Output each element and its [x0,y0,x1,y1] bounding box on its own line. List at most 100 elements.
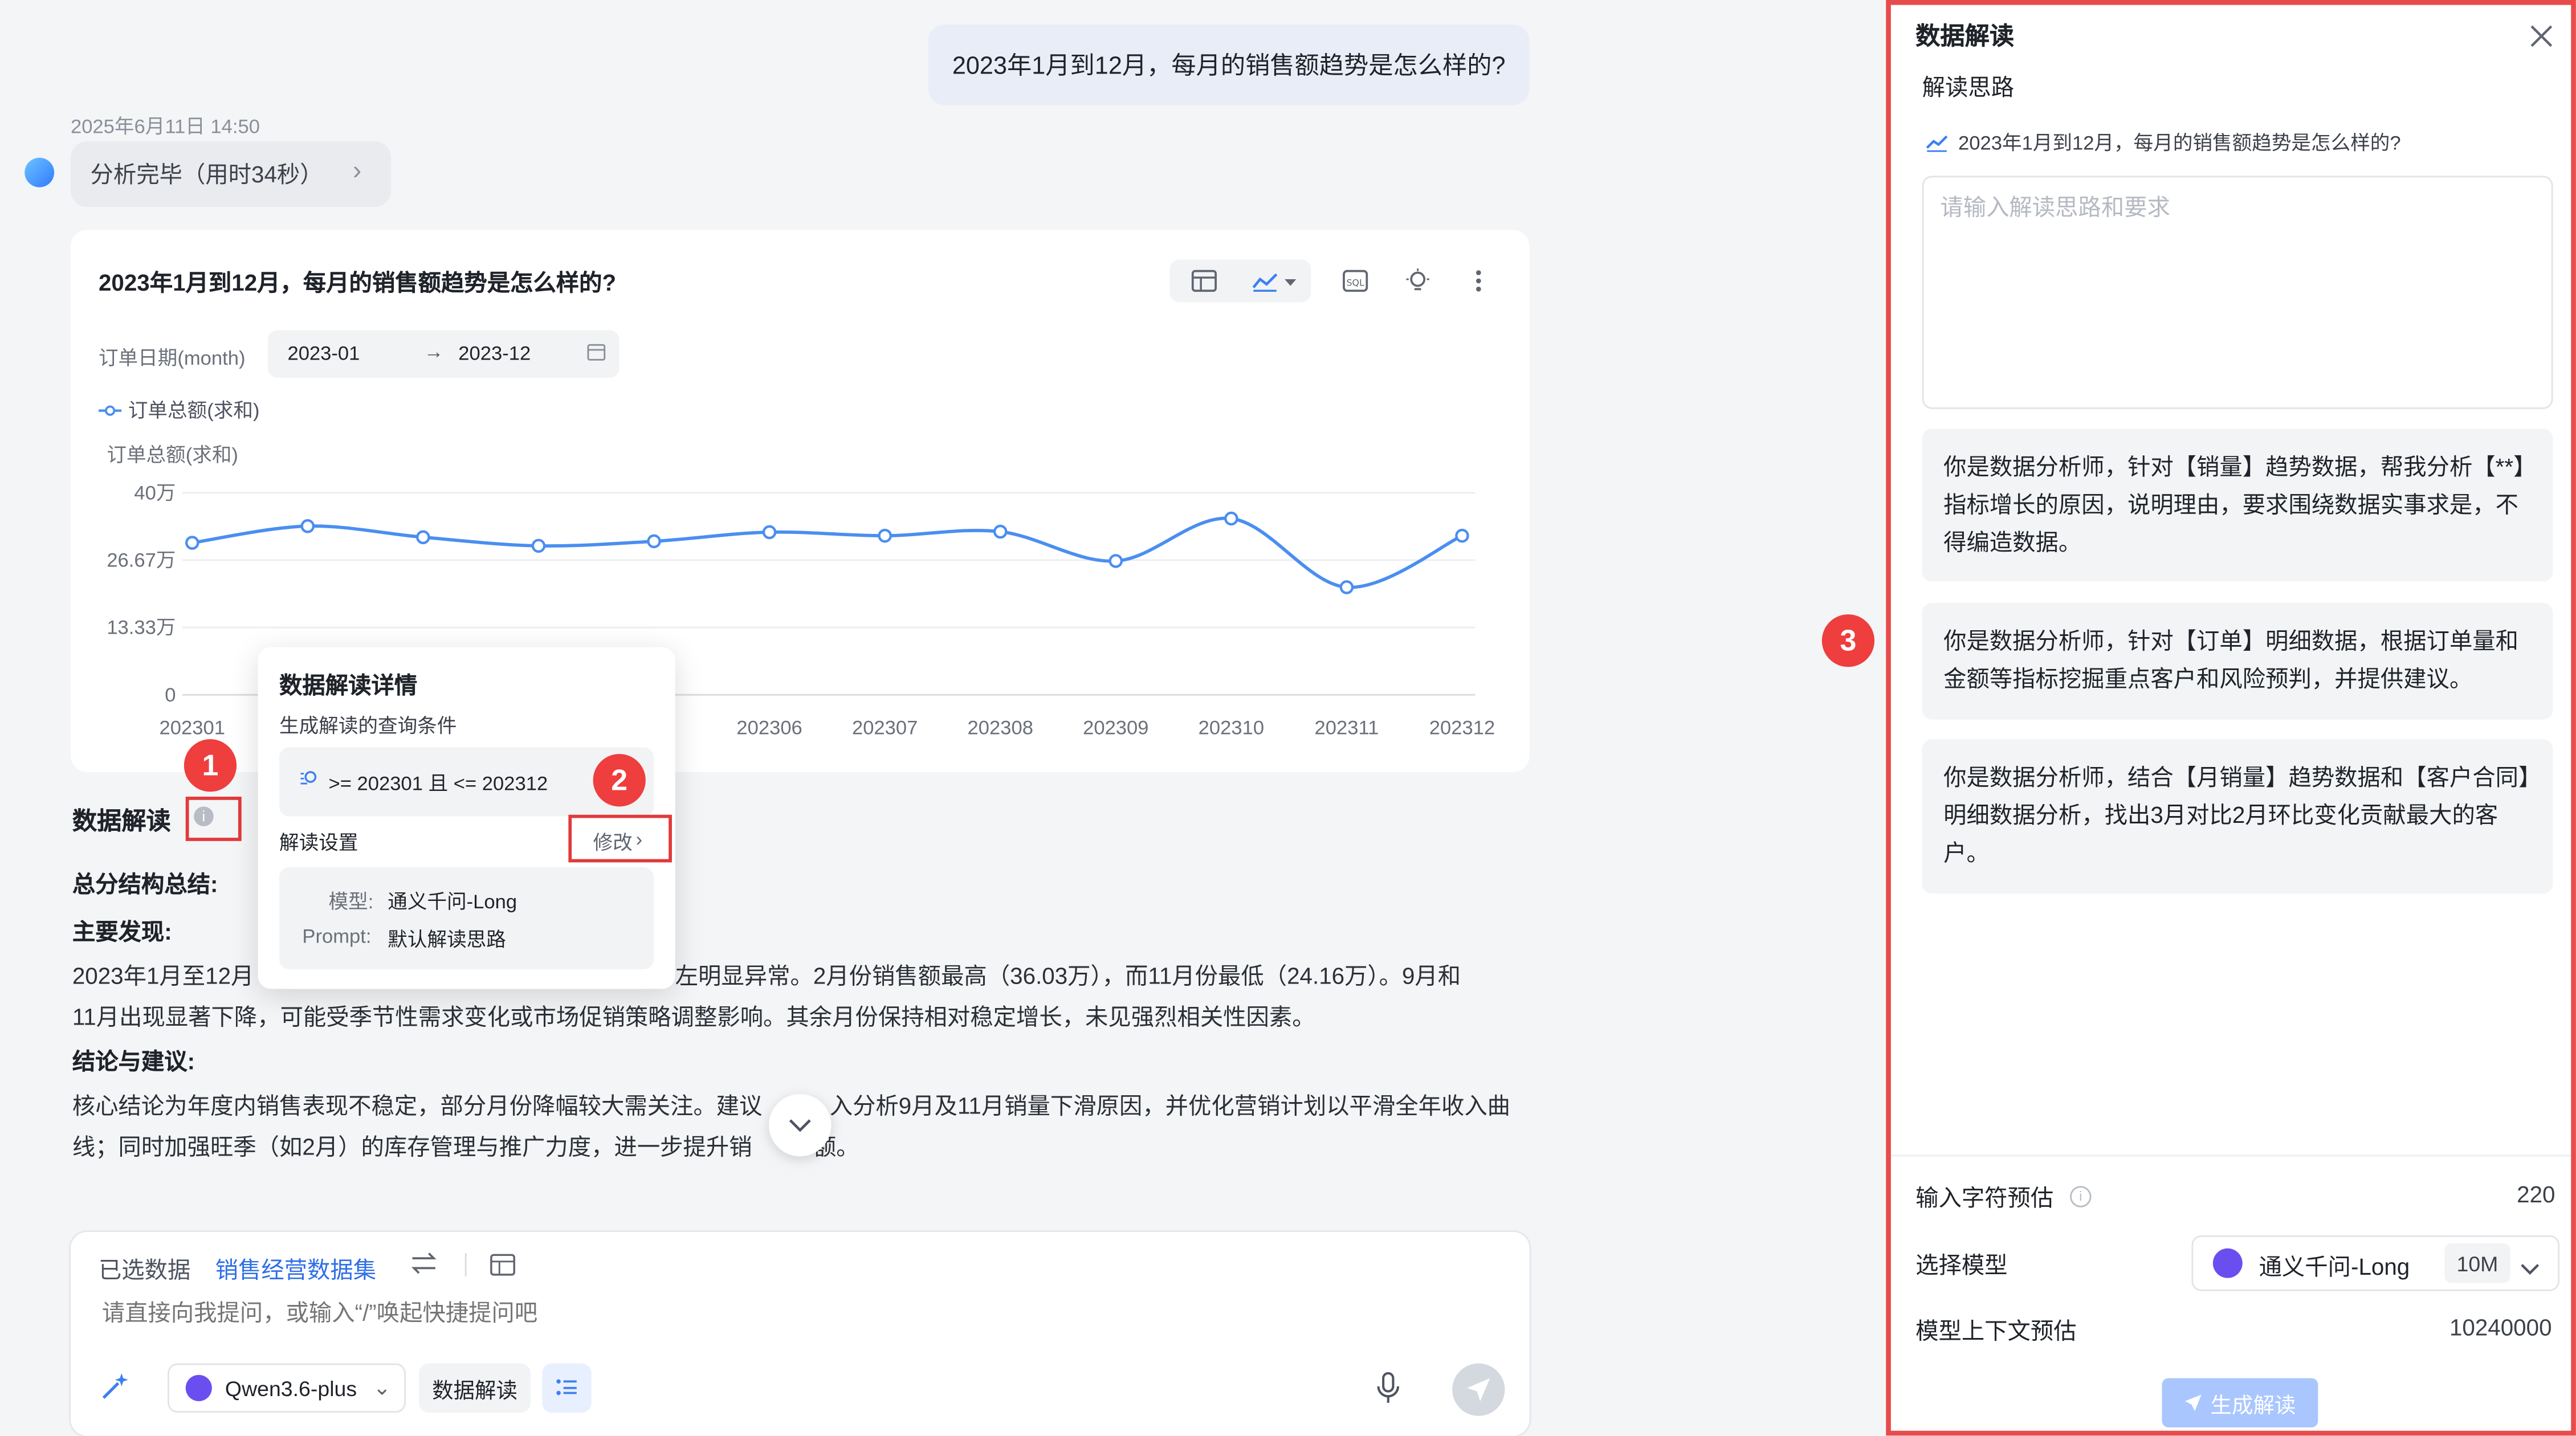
model-label: 选择模型 [1915,1251,2008,1278]
panel-question-text: 2023年1月到12月，每月的销售额趋势是怎么样的? [1958,131,2401,154]
divider [1890,1154,2571,1157]
prompt-template-3[interactable]: 你是数据分析师，结合【月销量】趋势数据和【客户合同】明细数据分析，找出3月对比2… [1922,739,2553,894]
interpret-chip[interactable]: 数据解读 [419,1363,531,1413]
highlight-box-info [185,797,242,841]
qwen-logo-icon [185,1374,212,1401]
data-point [300,519,315,533]
chat-area: 2023年1月到12月，每月的销售额趋势是怎么样的? 2025年6月11日 14… [0,0,1886,1436]
conclusion-heading: 结论与建议: [72,1048,195,1075]
x-tick-label: 202311 [1315,717,1379,739]
x-tick-label: 202309 [1083,717,1148,739]
analysis-status-pill[interactable]: 分析完毕（用时34秒） › [70,141,392,207]
date-filter-label: 订单日期(month) [98,346,246,370]
microphone-icon[interactable] [1377,1372,1400,1413]
textarea-placeholder: 请输入解读思路和要求 [1940,194,2170,221]
filter-icon [299,769,319,793]
date-end: 2023-12 [458,341,531,365]
data-point [647,534,661,549]
model-chip-label: Qwen3.6-plus [225,1376,357,1401]
line-chart-view-icon[interactable] [1242,261,1307,300]
approach-textarea[interactable]: 请输入解读思路和要求 [1922,176,2553,409]
more-options-icon[interactable] [1459,261,1498,300]
dataset-table-icon[interactable] [490,1252,516,1287]
close-icon[interactable] [2524,18,2559,54]
prompt-value: 默认解读思路 [388,928,506,952]
line-chart-icon [1926,134,1948,152]
series-line [191,516,1463,589]
switch-dataset-icon[interactable] [409,1250,439,1285]
x-tick-label: 202306 [736,717,802,739]
conclusion-line-1b: 入分析9月及11月销量下滑原因，并优化营销计划以平滑全年收入曲 [829,1092,1511,1119]
x-tick-label: 202310 [1199,717,1264,739]
chart-legend[interactable]: 订单总额(求和) [98,396,259,424]
annotation-badge-3: 3 [1821,614,1875,667]
data-point [1339,580,1354,594]
qwen-logo-icon [2212,1248,2243,1278]
summary-heading: 总分结构总结: [72,870,218,897]
x-tick-label: 202301 [160,717,225,739]
prompt-key: Prompt: [302,924,372,948]
x-tick-label: 202307 [852,717,918,739]
data-point [531,538,546,553]
app-stage: 2023年1月到12月，每月的销售额趋势是怎么样的? 2025年6月11日 14… [0,0,2576,1436]
x-tick-label: 202312 [1429,717,1495,739]
data-point [878,528,892,543]
magic-wand-icon[interactable] [99,1370,132,1411]
model-key: 模型: [328,890,374,913]
data-point [1224,511,1238,526]
dataset-link[interactable]: 销售经营数据集 [215,1253,376,1286]
settings-label: 解读设置 [279,831,358,854]
data-point [1455,528,1469,543]
question-input[interactable] [98,1294,1091,1331]
approach-heading: 解读思路 [1922,74,2015,100]
annotation-badge-2: 2 [593,754,646,807]
insight-bulb-icon[interactable] [1398,261,1437,300]
model-select-value: 通义千问-Long [2259,1253,2410,1280]
message-timestamp: 2025年6月11日 14:50 [70,115,260,138]
assistant-avatar [25,157,55,187]
view-toggle-group [1169,259,1311,303]
y-tick-label: 0 [165,684,176,706]
chart-title: 2023年1月到12月，每月的销售额趋势是怎么样的? [98,269,617,296]
sql-icon[interactable]: SQL [1336,261,1375,300]
send-button[interactable] [1452,1363,1505,1416]
model-selector-chip[interactable]: Qwen3.6-plus ⌄ [168,1363,406,1413]
data-point [993,524,1008,539]
list-icon [556,1379,577,1396]
user-question-bubble: 2023年1月到12月，每月的销售额趋势是怎么样的? [928,25,1530,105]
query-condition-value: >= 202301 且 <= 202312 [328,772,548,795]
info-icon[interactable]: i [2070,1186,2092,1207]
list-mode-toggle[interactable] [542,1363,592,1413]
data-point [762,525,777,540]
date-range-picker[interactable]: 2023-01 → 2023-12 [267,330,619,378]
prompt-template-2[interactable]: 你是数据分析师，针对【订单】明细数据，根据订单量和金额等指标挖掘重点客户和风险预… [1922,602,2553,720]
generate-button[interactable]: 生成解读 [2162,1378,2318,1427]
annotation-badge-1: 1 [184,739,237,792]
table-view-icon[interactable] [1184,261,1224,300]
chat-input-box: 已选数据 销售经营数据集 Qwen3.6-plus ⌄ 数据解读 [70,1231,1530,1436]
interpret-chip-label: 数据解读 [432,1377,518,1402]
y-axis-label: 订单总额(求和) [107,443,238,467]
chevron-down-icon [789,1119,811,1132]
status-text: 分析完毕（用时34秒） [90,161,323,187]
findings-line-2: 11月出现显著下降，可能受季节性需求变化或市场促销策略调整影响。其余月份保持相对… [72,1003,1315,1030]
date-start: 2023-01 [287,341,360,365]
selected-data-label: 已选数据 [98,1256,191,1283]
conclusion-line-1a: 核心结论为年度内销售表现不稳定，部分月份降幅较大需关注。建议 [72,1092,763,1119]
model-select[interactable]: 通义千问-Long 10M [2191,1235,2560,1291]
popover-title: 数据解读详情 [279,671,418,699]
y-tick-label: 40万 [134,482,176,504]
data-point [185,536,199,550]
settings-box: 模型: 通义千问-Long Prompt: 默认解读思路 [279,867,654,969]
query-condition-label: 生成解读的查询条件 [279,714,457,738]
send-icon [1467,1378,1490,1401]
panel-question: 2023年1月到12月，每月的销售额趋势是怎么样的? [1925,128,2401,156]
conclusion-line-2a: 线；同时加强旺季（如2月）的库存管理与推广力度，进一步提升销 [72,1133,752,1160]
context-estimate-value: 10240000 [2449,1314,2552,1341]
context-estimate-label: 模型上下文预估 [1915,1317,2077,1344]
prompt-template-1[interactable]: 你是数据分析师，针对【销量】趋势数据，帮我分析【**】指标增长的原因，说明理由，… [1922,429,2553,582]
highlight-box-edit [568,814,672,863]
interpretation-panel: 数据解读 解读思路 2023年1月到12月，每月的销售额趋势是怎么样的? 请输入… [1886,0,2576,1436]
scroll-down-button[interactable] [769,1094,832,1157]
data-point [416,530,430,545]
